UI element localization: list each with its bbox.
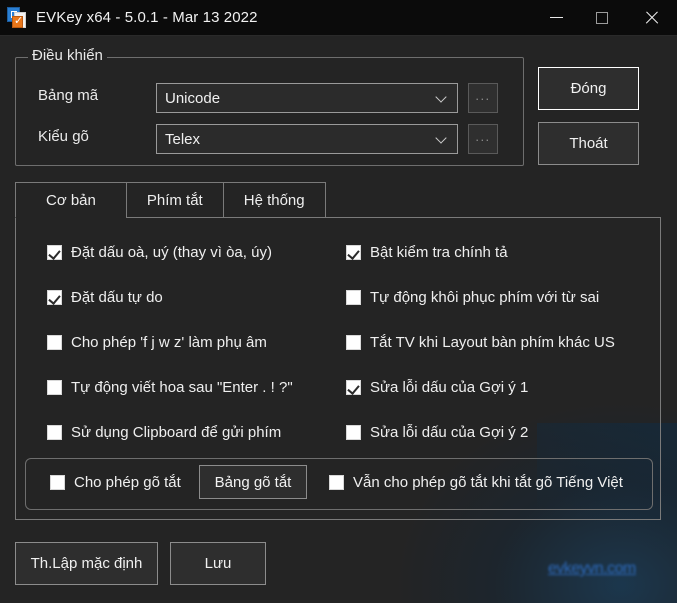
option-go-tat-khi-tat-tieng-viet[interactable]: Vẫn cho phép gõ tắt khi tắt gõ Tiếng Việ… bbox=[329, 474, 623, 491]
encoding-combobox[interactable]: Unicode bbox=[156, 83, 458, 113]
option-bat-kiem-tra-chinh-ta[interactable]: Bật kiểm tra chính tả bbox=[346, 244, 508, 261]
input-method-combobox[interactable]: Telex bbox=[156, 124, 458, 154]
maximize-icon bbox=[596, 11, 608, 24]
checkbox-icon[interactable] bbox=[47, 425, 62, 440]
chevron-down-icon bbox=[437, 93, 447, 103]
minimize-icon bbox=[549, 17, 563, 18]
checkbox-icon[interactable] bbox=[346, 290, 361, 305]
input-method-label: Kiểu gõ bbox=[38, 128, 89, 145]
option-label: Sử dụng Clipboard để gửi phím bbox=[71, 424, 282, 441]
option-label: Tự động viết hoa sau "Enter . ! ?" bbox=[71, 379, 293, 396]
option-label: Đặt dấu oà, uý (thay vì òa, úy) bbox=[71, 244, 272, 261]
checkbox-icon[interactable] bbox=[50, 475, 65, 490]
control-group-legend: Điều khiển bbox=[28, 47, 107, 64]
option-dat-dau-tu-do[interactable]: Đặt dấu tự do bbox=[47, 289, 163, 306]
exit-button[interactable]: Thoát bbox=[538, 122, 639, 165]
window-controls bbox=[533, 0, 677, 35]
checkbox-icon[interactable] bbox=[346, 425, 361, 440]
option-cho-phep-go-tat[interactable]: Cho phép gõ tắt bbox=[50, 474, 181, 491]
checkbox-icon[interactable] bbox=[346, 335, 361, 350]
close-button[interactable] bbox=[625, 0, 677, 35]
shortcut-group-box: Cho phép gõ tắt Bảng gõ tắt Vẫn cho phép… bbox=[25, 458, 653, 510]
minimize-button[interactable] bbox=[533, 0, 579, 35]
checkbox-icon[interactable] bbox=[346, 380, 361, 395]
title-bar: EVKey x64 - 5.0.1 - Mar 13 2022 bbox=[0, 0, 677, 36]
option-su-dung-clipboard[interactable]: Sử dụng Clipboard để gửi phím bbox=[47, 424, 281, 441]
control-group-box: Điều khiển Bảng mã Unicode ... Kiểu gõ T… bbox=[15, 47, 524, 166]
shortcut-table-button[interactable]: Bảng gõ tắt bbox=[199, 465, 307, 499]
option-tat-tv-khi-layout-khac-us[interactable]: Tắt TV khi Layout bàn phím khác US bbox=[346, 334, 615, 351]
input-method-more-button[interactable]: ... bbox=[468, 124, 498, 154]
encoding-label: Bảng mã bbox=[38, 87, 99, 104]
tab-phim-tat[interactable]: Phím tắt bbox=[125, 182, 224, 218]
close-action-button[interactable]: Đóng bbox=[538, 67, 639, 110]
option-tu-dong-viet-hoa[interactable]: Tự động viết hoa sau "Enter . ! ?" bbox=[47, 379, 293, 396]
tab-co-ban[interactable]: Cơ bản bbox=[15, 182, 127, 218]
option-sua-loi-dau-goi-y-2[interactable]: Sửa lỗi dấu của Gợi ý 2 bbox=[346, 424, 528, 441]
option-tu-dong-khoi-phuc-phim[interactable]: Tự động khôi phục phím với từ sai bbox=[346, 289, 599, 306]
encoding-value: Unicode bbox=[165, 89, 221, 107]
option-dat-dau-oa-uy[interactable]: Đặt dấu oà, uý (thay vì òa, úy) bbox=[47, 244, 272, 261]
evkey-window: EVKey x64 - 5.0.1 - Mar 13 2022 Điều khi… bbox=[0, 0, 677, 603]
website-link[interactable]: evkeyvn.com bbox=[548, 560, 636, 578]
option-label: Sửa lỗi dấu của Gợi ý 2 bbox=[370, 424, 529, 441]
tab-panel-co-ban: Đặt dấu oà, uý (thay vì òa, úy) Đặt dấu … bbox=[15, 217, 661, 520]
close-icon bbox=[644, 10, 659, 25]
checkbox-icon[interactable] bbox=[346, 245, 361, 260]
evkey-app-icon bbox=[6, 6, 28, 29]
chevron-down-icon bbox=[437, 134, 447, 144]
checkbox-icon[interactable] bbox=[47, 380, 62, 395]
option-label: Tự động khôi phục phím với từ sai bbox=[370, 289, 600, 306]
option-label: Đặt dấu tự do bbox=[71, 289, 163, 306]
option-cho-phep-fjwz[interactable]: Cho phép 'f j w z' làm phụ âm bbox=[47, 334, 267, 351]
encoding-more-button[interactable]: ... bbox=[468, 83, 498, 113]
checkbox-icon[interactable] bbox=[47, 245, 62, 260]
input-method-value: Telex bbox=[165, 130, 201, 148]
tab-he-thong[interactable]: Hệ thống bbox=[222, 182, 326, 218]
tab-strip: Cơ bản Phím tắt Hệ thống bbox=[15, 182, 326, 218]
option-label: Bật kiểm tra chính tả bbox=[370, 244, 508, 261]
option-label: Cho phép gõ tắt bbox=[74, 474, 181, 491]
window-title: EVKey x64 - 5.0.1 - Mar 13 2022 bbox=[36, 9, 258, 26]
save-button[interactable]: Lưu bbox=[170, 542, 266, 585]
checkbox-icon[interactable] bbox=[47, 335, 62, 350]
checkbox-icon[interactable] bbox=[329, 475, 344, 490]
option-sua-loi-dau-goi-y-1[interactable]: Sửa lỗi dấu của Gợi ý 1 bbox=[346, 379, 528, 396]
option-label: Tắt TV khi Layout bàn phím khác US bbox=[370, 334, 615, 351]
option-label: Cho phép 'f j w z' làm phụ âm bbox=[71, 334, 267, 351]
checkbox-icon[interactable] bbox=[47, 290, 62, 305]
maximize-button[interactable] bbox=[579, 0, 625, 35]
option-label: Vẫn cho phép gõ tắt khi tắt gõ Tiếng Việ… bbox=[353, 474, 623, 491]
option-label: Sửa lỗi dấu của Gợi ý 1 bbox=[370, 379, 529, 396]
restore-defaults-button[interactable]: Th.Lập mặc định bbox=[15, 542, 158, 585]
